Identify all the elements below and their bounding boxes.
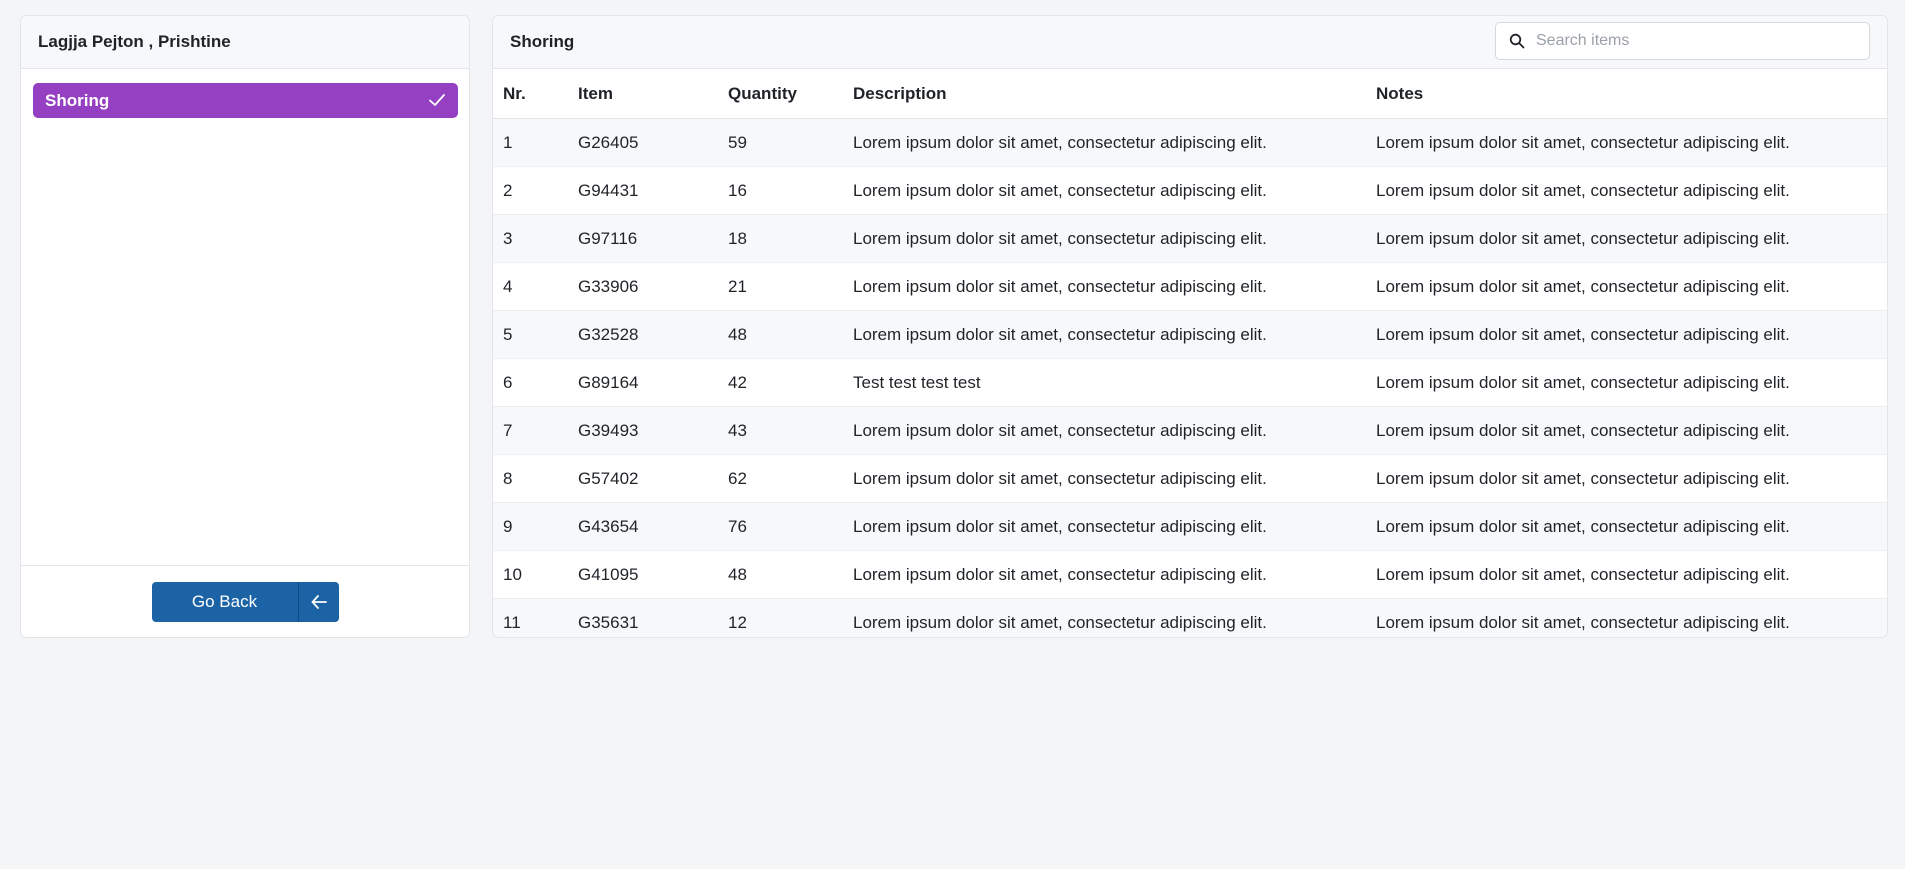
items-table: Nr. Item Quantity Description Notes 1 G2…	[493, 69, 1887, 637]
sidebar-footer: Go Back	[21, 565, 469, 637]
location-title: Lagjja Pejton , Prishtine	[21, 16, 469, 69]
sidebar-panel: Lagjja Pejton , Prishtine Shoring Go Bac…	[20, 15, 470, 638]
cell-description: Lorem ipsum dolor sit amet, consectetur …	[853, 406, 1376, 455]
cell-item: G32528	[578, 310, 728, 359]
cell-quantity: 43	[728, 406, 853, 455]
column-header-notes[interactable]: Notes	[1376, 69, 1887, 119]
search-input[interactable]	[1534, 31, 1858, 51]
check-icon	[429, 94, 445, 106]
page-title: Shoring	[510, 32, 575, 51]
table-row[interactable]: 9 G43654 76 Lorem ipsum dolor sit amet, …	[493, 502, 1887, 551]
cell-notes: Lorem ipsum dolor sit amet, consectetur …	[1376, 358, 1887, 407]
cell-item: G89164	[578, 358, 728, 407]
table-row[interactable]: 8 G57402 62 Lorem ipsum dolor sit amet, …	[493, 454, 1887, 503]
cell-quantity: 16	[728, 166, 853, 215]
table-row[interactable]: 10 G41095 48 Lorem ipsum dolor sit amet,…	[493, 550, 1887, 599]
cell-description: Lorem ipsum dolor sit amet, consectetur …	[853, 550, 1376, 599]
cell-quantity: 12	[728, 612, 747, 632]
cell-quantity: 48	[728, 310, 853, 359]
cell-item: G57402	[578, 454, 728, 503]
cell-notes: Lorem ipsum dolor sit amet, consectetur …	[1376, 166, 1887, 215]
cell-nr: 8	[493, 454, 578, 503]
search-box[interactable]	[1495, 22, 1870, 60]
cell-nr: 11	[503, 612, 521, 632]
cell-description: Lorem ipsum dolor sit amet, consectetur …	[853, 310, 1376, 359]
cell-nr: 1	[493, 118, 578, 167]
cell-quantity: 42	[728, 358, 853, 407]
cell-description: Test test test test	[853, 358, 1376, 407]
cell-nr: 3	[493, 214, 578, 263]
cell-item: G97116	[578, 214, 728, 263]
cell-notes: Lorem ipsum dolor sit amet, consectetur …	[1376, 502, 1887, 551]
go-back-button[interactable]: Go Back	[151, 581, 339, 622]
cell-notes: Lorem ipsum dolor sit amet, consectetur …	[1376, 454, 1887, 503]
cell-item: G43654	[578, 502, 728, 551]
cell-description: Lorem ipsum dolor sit amet, consectetur …	[853, 214, 1376, 263]
cell-quantity: 48	[728, 550, 853, 599]
column-header-nr[interactable]: Nr.	[493, 69, 578, 119]
column-header-item[interactable]: Item	[578, 69, 728, 119]
cell-quantity: 18	[728, 214, 853, 263]
column-header-description[interactable]: Description	[853, 69, 1376, 119]
cell-notes: Lorem ipsum dolor sit amet, consectetur …	[1376, 262, 1887, 311]
cell-description: Lorem ipsum dolor sit amet, consectetur …	[853, 166, 1376, 215]
cell-item: G39493	[578, 406, 728, 455]
cell-nr: 7	[493, 406, 578, 455]
cell-quantity: 59	[728, 118, 853, 167]
table-row[interactable]: 1 G26405 59 Lorem ipsum dolor sit amet, …	[493, 118, 1887, 167]
cell-nr: 5	[493, 310, 578, 359]
arrow-left-icon	[299, 582, 339, 622]
cell-nr: 9	[493, 502, 578, 551]
items-panel: Shoring Nr. Item Quantity Description No…	[492, 15, 1888, 638]
cell-nr: 4	[493, 262, 578, 311]
category-item-label: Shoring	[45, 90, 110, 110]
column-header-quantity[interactable]: Quantity	[728, 69, 853, 119]
table-row[interactable]: 3 G97116 18 Lorem ipsum dolor sit amet, …	[493, 214, 1887, 263]
table-row[interactable]: 5 G32528 48 Lorem ipsum dolor sit amet, …	[493, 310, 1887, 359]
cell-notes: Lorem ipsum dolor sit amet, consectetur …	[1376, 550, 1887, 599]
cell-item: G94431	[578, 166, 728, 215]
table-row[interactable]: 4 G33906 21 Lorem ipsum dolor sit amet, …	[493, 262, 1887, 311]
cell-notes: Lorem ipsum dolor sit amet, consectetur …	[1376, 612, 1790, 632]
cell-nr: 2	[493, 166, 578, 215]
cell-description: Lorem ipsum dolor sit amet, consectetur …	[853, 454, 1376, 503]
cell-notes: Lorem ipsum dolor sit amet, consectetur …	[1376, 214, 1887, 263]
table-row[interactable]: 11 G35631 12 Lorem ipsum dolor sit amet,…	[493, 598, 1887, 637]
cell-notes: Lorem ipsum dolor sit amet, consectetur …	[1376, 310, 1887, 359]
cell-description: Lorem ipsum dolor sit amet, consectetur …	[853, 118, 1376, 167]
go-back-label: Go Back	[152, 581, 299, 622]
cell-quantity: 62	[728, 454, 853, 503]
cell-description: Lorem ipsum dolor sit amet, consectetur …	[853, 612, 1267, 632]
cell-nr: 10	[493, 550, 578, 599]
cell-nr: 6	[493, 358, 578, 407]
table-body: 1 G26405 59 Lorem ipsum dolor sit amet, …	[493, 118, 1887, 637]
cell-item: G35631	[578, 612, 639, 632]
cell-description: Lorem ipsum dolor sit amet, consectetur …	[853, 262, 1376, 311]
cell-item: G26405	[578, 118, 728, 167]
cell-item: G41095	[578, 550, 728, 599]
cell-description: Lorem ipsum dolor sit amet, consectetur …	[853, 502, 1376, 551]
table-row[interactable]: 2 G94431 16 Lorem ipsum dolor sit amet, …	[493, 166, 1887, 215]
table-row[interactable]: 7 G39493 43 Lorem ipsum dolor sit amet, …	[493, 406, 1887, 455]
cell-notes: Lorem ipsum dolor sit amet, consectetur …	[1376, 118, 1887, 167]
search-icon	[1509, 33, 1525, 49]
cell-quantity: 76	[728, 502, 853, 551]
items-panel-header: Shoring	[493, 16, 1887, 69]
cell-quantity: 21	[728, 262, 853, 311]
cell-item: G33906	[578, 262, 728, 311]
category-item-shoring[interactable]: Shoring	[33, 83, 458, 118]
table-header-row: Nr. Item Quantity Description Notes	[493, 69, 1887, 119]
cell-notes: Lorem ipsum dolor sit amet, consectetur …	[1376, 406, 1887, 455]
table-row[interactable]: 6 G89164 42 Test test test test Lorem ip…	[493, 358, 1887, 407]
